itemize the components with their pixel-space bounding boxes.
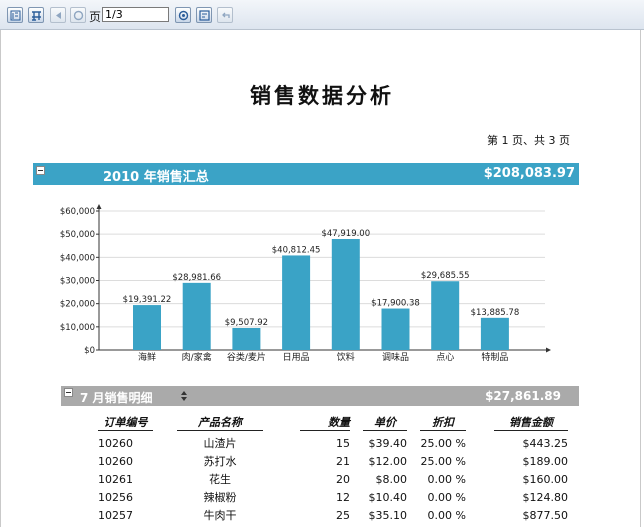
report-toolbar: 页 xyxy=(0,0,644,30)
x-axis-arrow xyxy=(546,347,551,353)
bar xyxy=(331,238,360,350)
previous-page-icon xyxy=(56,12,61,19)
bar xyxy=(232,327,261,350)
table-of-contents-icon xyxy=(10,10,21,21)
table-cell: $12.00 xyxy=(368,455,408,468)
x-category-label: 谷类/麦片 xyxy=(227,351,266,363)
y-tick-label: $0 xyxy=(84,346,95,356)
table-cell: 10261 xyxy=(98,473,133,486)
y-tick-label: $10,000 xyxy=(60,323,95,333)
table-cell: 辣椒粉 xyxy=(203,491,237,504)
summary-header-bar: 2010 年销售汇总 $208,083.97 xyxy=(33,163,579,185)
page-number-input[interactable] xyxy=(102,7,169,22)
table-cell: 21 xyxy=(336,455,350,468)
table-cell: $189.00 xyxy=(522,455,569,468)
bar xyxy=(133,305,161,350)
table-cell: $124.80 xyxy=(522,491,569,504)
page-label: 页 xyxy=(89,10,102,24)
fit-page-icon xyxy=(32,11,41,21)
table-cell: $443.25 xyxy=(522,437,569,450)
bar xyxy=(480,317,509,350)
table-cell: $10.40 xyxy=(368,491,408,504)
bar-value-label: $9,507.92 xyxy=(225,318,268,328)
bar-value-label: $13,885.78 xyxy=(471,308,520,318)
x-category-label: 海鲜 xyxy=(138,351,156,363)
table-cell: 0.00 % xyxy=(427,473,466,486)
table-cell: 10260 xyxy=(98,437,133,450)
month-total: $27,861.89 xyxy=(485,389,561,403)
y-axis-arrow xyxy=(96,204,102,209)
back-arrow-icon xyxy=(222,12,230,18)
sort-icon[interactable] xyxy=(181,390,187,402)
table-cell: $8.00 xyxy=(375,473,408,486)
table-cell: 10256 xyxy=(98,491,133,504)
bar-value-label: $28,981.66 xyxy=(172,273,221,283)
first-page-button[interactable] xyxy=(70,7,86,23)
table-cell: 20 xyxy=(336,473,350,486)
table-cell: 25 xyxy=(336,509,350,522)
bar xyxy=(431,281,460,350)
x-category-label: 饮料 xyxy=(337,351,355,363)
column-header: 订单编号 xyxy=(98,416,153,431)
x-category-label: 点心 xyxy=(436,352,454,363)
bar xyxy=(381,308,410,350)
y-tick-label: $30,000 xyxy=(60,277,95,287)
toc-button[interactable] xyxy=(7,7,23,23)
table-cell: 25.00 % xyxy=(420,437,466,450)
print-icon xyxy=(199,10,210,21)
y-tick-label: $20,000 xyxy=(60,300,95,310)
x-category-label: 肉/家禽 xyxy=(182,351,212,363)
month-title: 7 月销售明细 xyxy=(80,391,153,405)
print-button[interactable] xyxy=(196,7,212,23)
first-page-icon xyxy=(73,10,84,21)
bar-value-label: $17,900.38 xyxy=(371,299,420,309)
y-tick-label: $60,000 xyxy=(60,207,95,217)
summary-total: $208,083.97 xyxy=(483,166,575,181)
column-header: 数量 xyxy=(300,416,350,431)
column-header: 销售金额 xyxy=(494,416,568,431)
y-tick-label: $40,000 xyxy=(60,253,95,263)
table-cell: 15 xyxy=(336,437,350,450)
bar-value-label: $29,685.55 xyxy=(421,271,470,281)
month-header-bar: 7 月销售明细 $27,861.89 xyxy=(61,386,579,406)
table-cell: 10257 xyxy=(98,509,133,522)
report-title: 销售数据分析 xyxy=(250,84,394,108)
x-category-label: 调味品 xyxy=(382,351,409,363)
table-cell: $39.40 xyxy=(368,437,408,450)
table-cell: 山渣片 xyxy=(203,437,237,450)
sales-bar-chart: $0 $10,000 $20,000 $30,000 $40,000 $50,000 $60… xyxy=(60,204,551,363)
table-cell: $35.10 xyxy=(368,509,408,522)
column-header: 单价 xyxy=(363,416,407,431)
goto-icon xyxy=(178,10,189,21)
fit-button[interactable] xyxy=(28,7,44,23)
x-category-label: 日用品 xyxy=(283,352,310,363)
bar-value-label: $19,391.22 xyxy=(123,295,172,305)
bar-value-label: $40,812.45 xyxy=(272,245,321,255)
table-cell: 0.00 % xyxy=(427,509,466,522)
table-cell: 牛肉干 xyxy=(203,509,237,522)
table-cell: $877.50 xyxy=(522,509,569,522)
table-cell: 花生 xyxy=(209,473,231,486)
table-cell: $160.00 xyxy=(522,473,569,486)
table-cell: 12 xyxy=(336,491,350,504)
goto-page-button[interactable] xyxy=(175,7,191,23)
table-cell: 25.00 % xyxy=(420,455,466,468)
column-header: 产品名称 xyxy=(177,416,263,431)
prev-page-button[interactable] xyxy=(50,7,66,23)
bar-value-label: $47,919.00 xyxy=(321,229,370,239)
x-category-label: 特制品 xyxy=(481,351,508,363)
table-cell: 10260 xyxy=(98,455,133,468)
column-header: 折扣 xyxy=(420,416,466,431)
table-cell: 苏打水 xyxy=(203,455,237,468)
bar xyxy=(182,282,211,350)
summary-title: 2010 年销售汇总 xyxy=(103,170,209,185)
collapse-summary-icon[interactable] xyxy=(36,166,45,175)
back-button[interactable] xyxy=(217,7,233,23)
page-info: 第 1 页、共 3 页 xyxy=(487,134,570,147)
bar xyxy=(282,255,311,350)
y-tick-label: $50,000 xyxy=(60,230,95,240)
table-cell: 0.00 % xyxy=(427,491,466,504)
collapse-month-icon[interactable] xyxy=(64,388,73,397)
